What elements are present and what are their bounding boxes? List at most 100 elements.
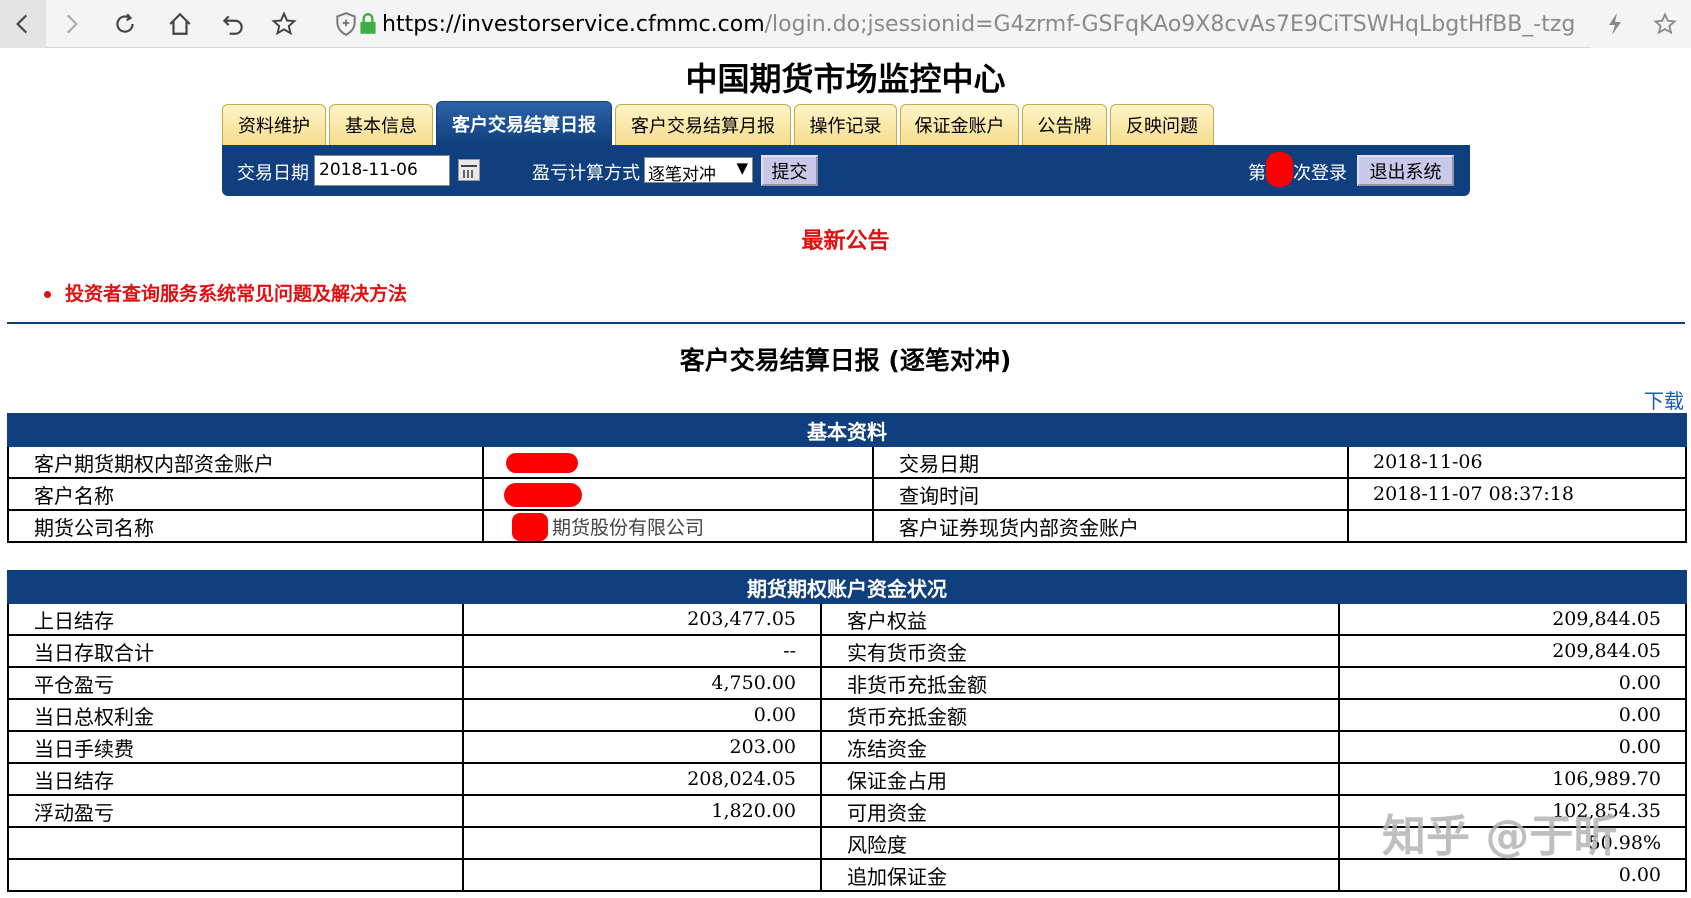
logout-button[interactable]: 退出系统 (1357, 155, 1454, 186)
undo-button[interactable] (210, 0, 256, 48)
table-row: 浮动盈亏 1,820.00 可用资金 102,854.35 (7, 794, 1687, 828)
reload-icon (116, 13, 134, 33)
label-cell: 保证金占用 (820, 762, 1340, 796)
undo-icon (222, 15, 243, 35)
value-cell: 4,750.00 (462, 666, 822, 700)
value-cell (482, 445, 874, 479)
calendar-icon[interactable] (458, 159, 480, 181)
funds-table: 期货期权账户资金状况 上日结存 203,477.05 客户权益 209,844.05 当… (7, 570, 1687, 892)
submit-button[interactable]: 提交 (761, 155, 818, 186)
table-row: 平仓盈亏 4,750.00 非货币充抵金额 0.00 (7, 666, 1687, 700)
table-row: 期货公司名称 期货股份有限公司 客户证券现货内部资金账户 (7, 509, 1687, 543)
label-cell: 客户权益 (820, 602, 1340, 636)
value-cell (462, 858, 822, 892)
value-cell: 0.00 (462, 698, 822, 732)
forward-arrow-icon (66, 14, 78, 34)
secure-lock[interactable] (354, 0, 382, 48)
favorite-star-icon[interactable] (1652, 12, 1677, 36)
value-cell: 208,024.05 (462, 762, 822, 796)
value-cell: 209,844.05 (1338, 634, 1687, 668)
label-cell: 当日总权利金 (7, 698, 464, 732)
value-cell: 50.98% (1338, 826, 1687, 860)
site-title: 中国期货市场监控中心 (685, 60, 1006, 98)
back-button[interactable] (0, 0, 46, 48)
login-count-prefix: 第 (1248, 163, 1266, 184)
home-button[interactable] (157, 0, 203, 48)
table-row: 客户期货期权内部资金账户 交易日期 2018-11-06 (7, 445, 1687, 479)
tab-basic-info[interactable]: 基本信息 (329, 104, 433, 145)
table-row: 当日总权利金 0.00 货币充抵金额 0.00 (7, 698, 1687, 732)
bookmark-button[interactable] (261, 0, 307, 48)
login-count-suffix: 次登录 (1293, 163, 1347, 184)
value-cell: 0.00 (1338, 698, 1687, 732)
back-arrow-icon (16, 14, 28, 34)
table-row: 风险度 50.98% (7, 826, 1687, 860)
value-cell (462, 826, 822, 860)
reload-button[interactable] (102, 0, 148, 48)
dropdown-arrow-icon: ▼ (736, 159, 748, 177)
notice-item[interactable]: 投资者查询服务系统常见问题及解决方法 (44, 279, 407, 306)
value-cell: 0.00 (1338, 858, 1687, 892)
redaction-mark (512, 513, 548, 540)
value-cell: 203,477.05 (462, 602, 822, 636)
tab-operation-log[interactable]: 操作记录 (794, 104, 897, 145)
lightning-icon[interactable] (1606, 12, 1624, 36)
label-cell: 客户名称 (7, 477, 484, 511)
main-tabs: 资料维护 基本信息 客户交易结算日报 客户交易结算月报 操作记录 保证金账户 公… (222, 101, 1217, 145)
tab-daily-statement[interactable]: 客户交易结算日报 (436, 101, 612, 145)
date-label: 交易日期 (237, 163, 309, 184)
trade-date-input[interactable]: 2018-11-06 (314, 155, 450, 186)
redaction-mark (504, 483, 582, 507)
label-cell: 当日存取合计 (7, 634, 464, 668)
forward-button[interactable] (48, 0, 94, 48)
table-row: 客户名称 查询时间 2018-11-07 08:37:18 (7, 477, 1687, 511)
tab-feedback[interactable]: 反映问题 (1110, 104, 1214, 145)
address-bar[interactable]: https://investorservice.cfmmc.com/login.… (382, 0, 1691, 48)
query-toolbar: 交易日期 2018-11-06 盈亏计算方式 逐笔对冲 ▼ 提交 第 次登录 退… (222, 145, 1470, 196)
basic-info-table: 基本资料 客户期货期权内部资金账户 交易日期 2018-11-06 客户名称 查… (7, 413, 1687, 543)
value-cell (482, 477, 874, 511)
table-row: 当日存取合计 -- 实有货币资金 209,844.05 (7, 634, 1687, 668)
value-cell: 203.00 (462, 730, 822, 764)
value-cell: 106,989.70 (1338, 762, 1687, 796)
funds-header: 期货期权账户资金状况 (7, 570, 1687, 604)
table-row: 追加保证金 0.00 (7, 858, 1687, 892)
tab-monthly-statement[interactable]: 客户交易结算月报 (615, 104, 791, 145)
report-title: 客户交易结算日报 (逐笔对冲) (679, 346, 1012, 375)
label-cell: 货币充抵金额 (820, 698, 1340, 732)
funds-body: 上日结存 203,477.05 客户权益 209,844.05 当日存取合计 -- 实有货币… (7, 602, 1687, 892)
table-header-row: 基本资料 (7, 413, 1687, 447)
value-cell: 0.00 (1338, 730, 1687, 764)
tab-bulletin[interactable]: 公告牌 (1022, 104, 1107, 145)
notice-item-text[interactable]: 投资者查询服务系统常见问题及解决方法 (65, 283, 407, 305)
star-icon (271, 11, 297, 36)
tab-profile[interactable]: 资料维护 (222, 104, 326, 145)
value-cell (1347, 509, 1687, 543)
label-cell: 客户期货期权内部资金账户 (7, 445, 484, 479)
browser-toolbar: https://investorservice.cfmmc.com/login.… (0, 0, 1691, 48)
label-cell: 交易日期 (872, 445, 1349, 479)
label-cell: 查询时间 (872, 477, 1349, 511)
label-cell: 浮动盈亏 (7, 794, 464, 828)
tab-margin-account[interactable]: 保证金账户 (900, 104, 1019, 145)
calc-method-select[interactable]: 逐笔对冲 ▼ (644, 157, 753, 185)
address-bar-actions (1591, 0, 1691, 48)
label-cell: 平仓盈亏 (7, 666, 464, 700)
label-cell: 追加保证金 (820, 858, 1340, 892)
value-cell: 209,844.05 (1338, 602, 1687, 636)
label-cell: 风险度 (820, 826, 1340, 860)
notice-title: 最新公告 (801, 229, 890, 254)
value-cell: 102,854.35 (1338, 794, 1687, 828)
lock-icon (360, 13, 376, 34)
value-cell: 期货股份有限公司 (482, 509, 874, 543)
value-cell: 0.00 (1338, 666, 1687, 700)
download-link[interactable]: 下载 (1644, 385, 1684, 414)
label-cell: 当日结存 (7, 762, 464, 796)
bullet-icon (44, 291, 51, 298)
basic-info-header: 基本资料 (7, 413, 1687, 447)
divider (7, 322, 1685, 324)
value-cell: 2018-11-07 08:37:18 (1347, 477, 1687, 511)
label-cell (7, 858, 464, 892)
value-cell: 2018-11-06 (1347, 445, 1687, 479)
value-cell: -- (462, 634, 822, 668)
